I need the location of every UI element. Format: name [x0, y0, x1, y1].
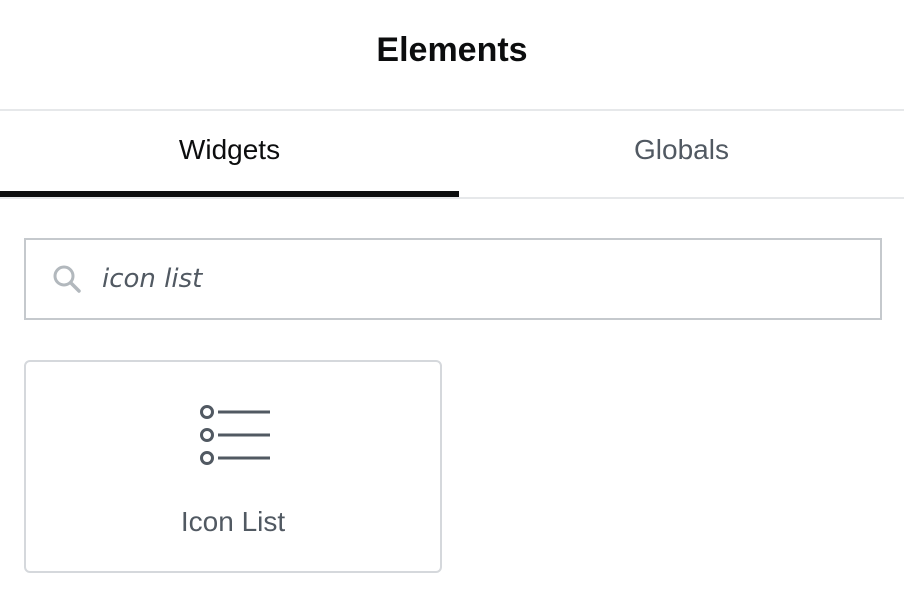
search-icon: [52, 264, 82, 294]
search-box[interactable]: [24, 238, 882, 320]
widget-card-icon-list[interactable]: Icon List: [24, 360, 442, 573]
tab-globals[interactable]: Globals: [459, 111, 904, 199]
tab-widgets[interactable]: Widgets: [0, 111, 459, 199]
tab-bar-divider: [0, 197, 904, 199]
icon-list-icon: [198, 400, 272, 470]
tab-globals-label: Globals: [634, 134, 729, 165]
tab-widgets-label: Widgets: [178, 134, 281, 165]
tab-bar: Widgets Globals: [0, 111, 904, 199]
widget-label: Icon List: [180, 506, 286, 537]
panel-header: Elements: [0, 0, 904, 108]
search-input[interactable]: [102, 264, 842, 294]
page-title: Elements: [376, 30, 528, 69]
